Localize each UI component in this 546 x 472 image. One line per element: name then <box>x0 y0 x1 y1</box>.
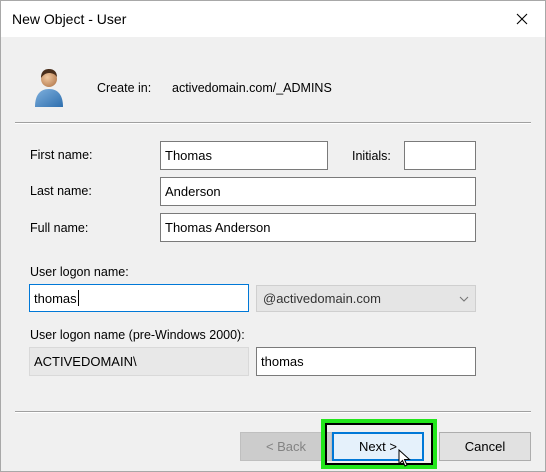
mouse-pointer-icon <box>398 449 411 467</box>
pre2000-name-field[interactable]: thomas <box>256 347 476 376</box>
last-name-label: Last name: <box>30 184 92 198</box>
footer-separator <box>15 411 531 413</box>
close-icon <box>516 13 528 25</box>
create-in-path: activedomain.com/_ADMINS <box>172 81 332 95</box>
first-name-value: Thomas <box>165 148 212 163</box>
initials-field[interactable] <box>404 141 476 170</box>
back-button-label: < Back <box>265 439 307 454</box>
full-name-value: Thomas Anderson <box>165 220 271 235</box>
pre2000-name-value: thomas <box>261 354 304 369</box>
pre2000-domain-field: ACTIVEDOMAIN\ <box>29 347 249 376</box>
pre2000-domain-value: ACTIVEDOMAIN\ <box>34 354 137 369</box>
close-button[interactable] <box>499 1 545 37</box>
domain-suffix-select[interactable]: @activedomain.com <box>256 285 476 312</box>
full-name-field[interactable]: Thomas Anderson <box>160 213 476 242</box>
first-name-field[interactable]: Thomas <box>160 141 328 170</box>
domain-suffix-value: @activedomain.com <box>263 291 381 306</box>
full-name-label: Full name: <box>30 221 89 235</box>
user-avatar-icon <box>35 69 63 107</box>
header-separator <box>15 122 531 124</box>
title-bar: New Object - User <box>1 1 545 37</box>
initials-label: Initials: <box>352 149 391 163</box>
chevron-down-icon <box>459 296 469 302</box>
text-caret <box>77 290 79 306</box>
cancel-button-label: Cancel <box>464 439 506 454</box>
pre2000-label: User logon name (pre-Windows 2000): <box>30 328 245 342</box>
create-in-label: Create in: <box>97 81 152 95</box>
cancel-button[interactable]: Cancel <box>439 432 531 461</box>
window-title: New Object - User <box>12 11 127 27</box>
next-button-highlight-inner <box>325 423 433 465</box>
last-name-value: Anderson <box>165 184 221 199</box>
back-button[interactable]: < Back <box>240 432 332 461</box>
last-name-field[interactable]: Anderson <box>160 177 476 206</box>
logon-name-label: User logon name: <box>30 265 129 279</box>
logon-name-value: thomas <box>34 290 77 306</box>
first-name-label: First name: <box>30 148 93 162</box>
new-user-dialog: New Object - User Create in: activedomai… <box>0 0 546 472</box>
logon-name-field[interactable]: thomas <box>29 284 249 312</box>
